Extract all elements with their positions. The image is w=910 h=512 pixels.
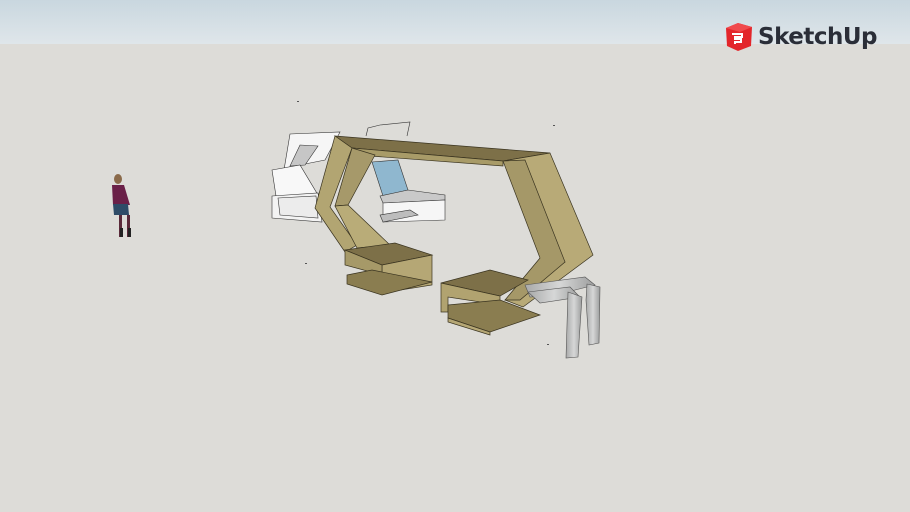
- metal-pipe-legs: [524, 276, 601, 359]
- scale-figure-person: [112, 174, 131, 237]
- sketchup-logo: SketchUp: [724, 22, 878, 52]
- 3d-model-viewport[interactable]: [0, 0, 910, 512]
- brand-name: SketchUp: [758, 24, 878, 50]
- sketchup-logo-icon: [726, 23, 752, 51]
- glass-chair: [365, 121, 446, 223]
- wooden-hexagon-frame: [314, 135, 594, 336]
